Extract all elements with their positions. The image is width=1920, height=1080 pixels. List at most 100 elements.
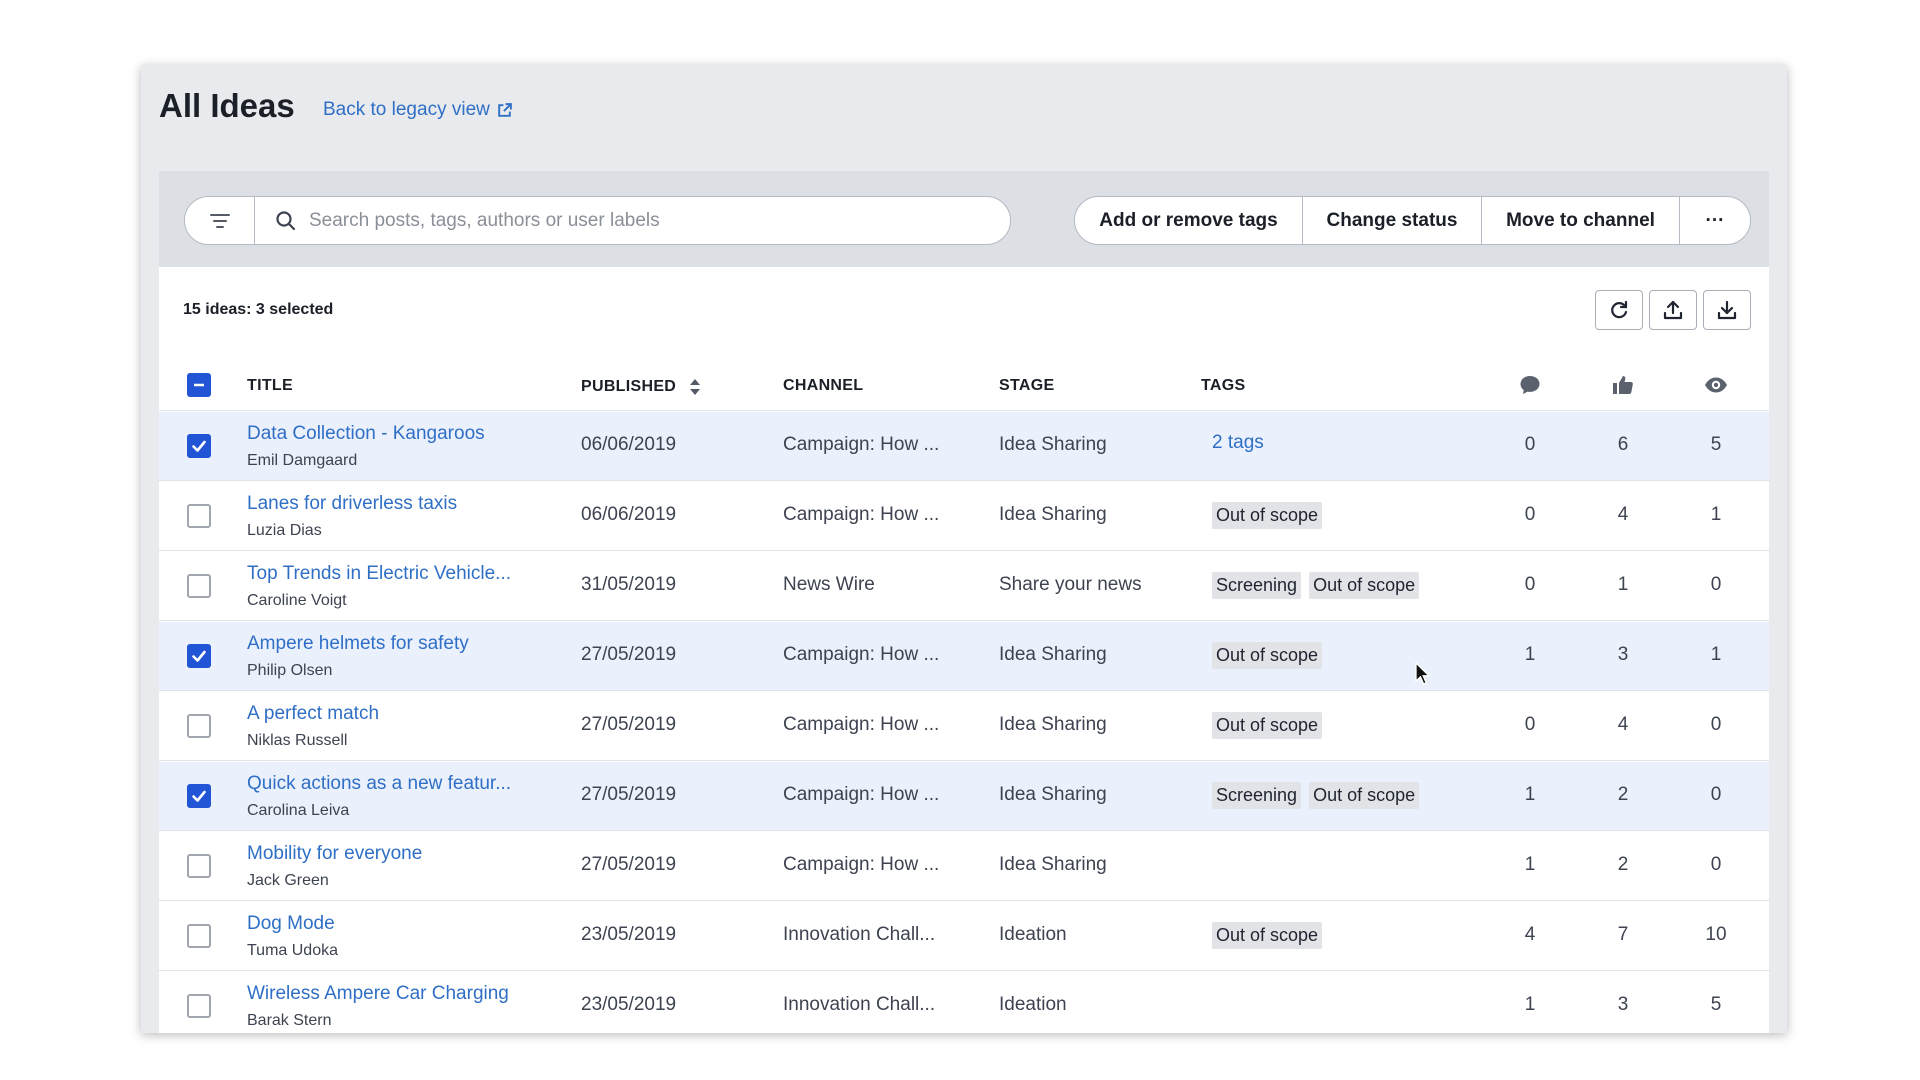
like-count: 6 xyxy=(1617,434,1629,455)
add-remove-tags-button[interactable]: Add or remove tags xyxy=(1075,197,1303,244)
row-checkbox[interactable] xyxy=(187,434,211,458)
change-status-button[interactable]: Change status xyxy=(1303,197,1482,244)
comment-count: 1 xyxy=(1524,784,1536,805)
table-row[interactable]: Top Trends in Electric Vehicle... Caroli… xyxy=(159,552,1769,621)
like-count: 3 xyxy=(1617,994,1629,1015)
thumbs-up-icon[interactable] xyxy=(1611,373,1635,397)
checkmark-icon xyxy=(192,440,206,452)
row-checkbox[interactable] xyxy=(187,784,211,808)
column-stage[interactable]: STAGE xyxy=(999,377,1054,395)
table-row[interactable]: Quick actions as a new featur... Carolin… xyxy=(159,762,1769,831)
stage-name: Idea Sharing xyxy=(999,434,1107,455)
comment-count: 0 xyxy=(1524,434,1536,455)
filter-button[interactable] xyxy=(185,197,255,244)
select-all-checkbox[interactable] xyxy=(187,373,211,397)
tag-chip[interactable]: Out of scope xyxy=(1212,712,1323,739)
row-checkbox[interactable] xyxy=(187,504,211,528)
like-count: 4 xyxy=(1617,714,1629,735)
view-count: 1 xyxy=(1710,504,1722,525)
tag-chip[interactable]: Out of scope xyxy=(1212,502,1323,529)
search-input[interactable] xyxy=(309,209,1010,232)
row-checkbox[interactable] xyxy=(187,714,211,738)
table-row[interactable]: Ampere helmets for safety Philip Olsen 2… xyxy=(159,622,1769,691)
stage-name: Idea Sharing xyxy=(999,854,1107,875)
idea-title-link[interactable]: Top Trends in Electric Vehicle... xyxy=(247,563,511,585)
minus-icon xyxy=(194,383,204,387)
view-count: 0 xyxy=(1710,784,1722,805)
row-checkbox[interactable] xyxy=(187,994,211,1018)
comment-count: 1 xyxy=(1524,644,1536,665)
eye-icon[interactable] xyxy=(1704,373,1728,397)
tags-cell: Out of scope xyxy=(1212,502,1330,529)
upload-icon xyxy=(1663,300,1683,320)
tag-chip[interactable]: Screening xyxy=(1212,572,1302,599)
idea-title-link[interactable]: Quick actions as a new featur... xyxy=(247,773,511,795)
like-count: 1 xyxy=(1617,574,1629,595)
comment-icon[interactable] xyxy=(1518,373,1542,397)
published-date: 27/05/2019 xyxy=(581,714,677,735)
upload-button[interactable] xyxy=(1649,290,1697,330)
tag-chip[interactable]: Out of scope xyxy=(1309,572,1420,599)
refresh-button[interactable] xyxy=(1595,290,1643,330)
column-title[interactable]: TITLE xyxy=(247,377,293,395)
channel-name: Campaign: How ... xyxy=(783,434,940,455)
view-count: 0 xyxy=(1710,574,1722,595)
channel-name: Campaign: How ... xyxy=(783,714,940,735)
row-checkbox[interactable] xyxy=(187,644,211,668)
idea-author: Caroline Voigt xyxy=(247,592,347,609)
comment-count: 4 xyxy=(1524,924,1536,945)
stage-name: Idea Sharing xyxy=(999,784,1107,805)
channel-name: Campaign: How ... xyxy=(783,784,940,805)
table-row[interactable]: Mobility for everyone Jack Green 27/05/2… xyxy=(159,832,1769,901)
idea-title-link[interactable]: Data Collection - Kangaroos xyxy=(247,423,485,445)
channel-name: Campaign: How ... xyxy=(783,644,940,665)
table-row[interactable]: A perfect match Niklas Russell 27/05/201… xyxy=(159,692,1769,761)
like-count: 4 xyxy=(1617,504,1629,525)
tag-chip[interactable]: Screening xyxy=(1212,782,1302,809)
column-published[interactable]: PUBLISHED xyxy=(581,377,701,397)
row-checkbox[interactable] xyxy=(187,574,211,598)
app-window: All Ideas Back to legacy view Add or rem… xyxy=(141,65,1787,1033)
view-count: 0 xyxy=(1710,714,1722,735)
tag-chip[interactable]: Out of scope xyxy=(1309,782,1420,809)
comment-count: 1 xyxy=(1524,994,1536,1015)
column-published-label: PUBLISHED xyxy=(581,378,677,396)
idea-title-link[interactable]: Lanes for driverless taxis xyxy=(247,493,457,515)
tags-cell: Out of scope xyxy=(1212,642,1330,669)
row-checkbox[interactable] xyxy=(187,924,211,948)
published-date: 31/05/2019 xyxy=(581,574,677,595)
column-channel[interactable]: CHANNEL xyxy=(783,377,863,395)
table-row[interactable]: Wireless Ampere Car Charging Barak Stern… xyxy=(159,972,1769,1033)
tag-chip[interactable]: Out of scope xyxy=(1212,642,1323,669)
idea-author: Philip Olsen xyxy=(247,662,333,679)
more-options-button[interactable]: ··· xyxy=(1680,197,1750,244)
tags-cell: 2 tags xyxy=(1212,432,1264,454)
table-row[interactable]: Dog Mode Tuma Udoka 23/05/2019 Innovatio… xyxy=(159,902,1769,971)
idea-title-link[interactable]: Ampere helmets for safety xyxy=(247,633,469,655)
channel-name: Innovation Chall... xyxy=(783,924,936,945)
comment-count: 0 xyxy=(1524,504,1536,525)
comment-count: 0 xyxy=(1524,574,1536,595)
comment-count: 1 xyxy=(1524,854,1536,875)
published-date: 23/05/2019 xyxy=(581,994,677,1015)
table-row[interactable]: Lanes for driverless taxis Luzia Dias 06… xyxy=(159,482,1769,551)
idea-title-link[interactable]: Mobility for everyone xyxy=(247,843,422,865)
move-to-channel-button[interactable]: Move to channel xyxy=(1482,197,1680,244)
idea-title-link[interactable]: Wireless Ampere Car Charging xyxy=(247,983,509,1005)
search-icon xyxy=(276,210,296,230)
view-count: 1 xyxy=(1710,644,1722,665)
table-row[interactable]: Data Collection - Kangaroos Emil Damgaar… xyxy=(159,412,1769,481)
download-button[interactable] xyxy=(1703,290,1751,330)
tag-chip[interactable]: Out of scope xyxy=(1212,922,1323,949)
column-tags[interactable]: TAGS xyxy=(1201,377,1245,395)
view-count: 5 xyxy=(1710,434,1722,455)
legacy-view-link[interactable]: Back to legacy view xyxy=(323,99,513,121)
like-count: 2 xyxy=(1617,784,1629,805)
idea-title-link[interactable]: Dog Mode xyxy=(247,913,335,935)
row-checkbox[interactable] xyxy=(187,854,211,878)
mouse-cursor-icon xyxy=(1415,662,1431,685)
download-icon xyxy=(1717,300,1737,320)
tags-cell: Screening Out of scope xyxy=(1212,572,1427,599)
idea-title-link[interactable]: A perfect match xyxy=(247,703,379,725)
tags-count-link[interactable]: 2 tags xyxy=(1212,432,1264,453)
